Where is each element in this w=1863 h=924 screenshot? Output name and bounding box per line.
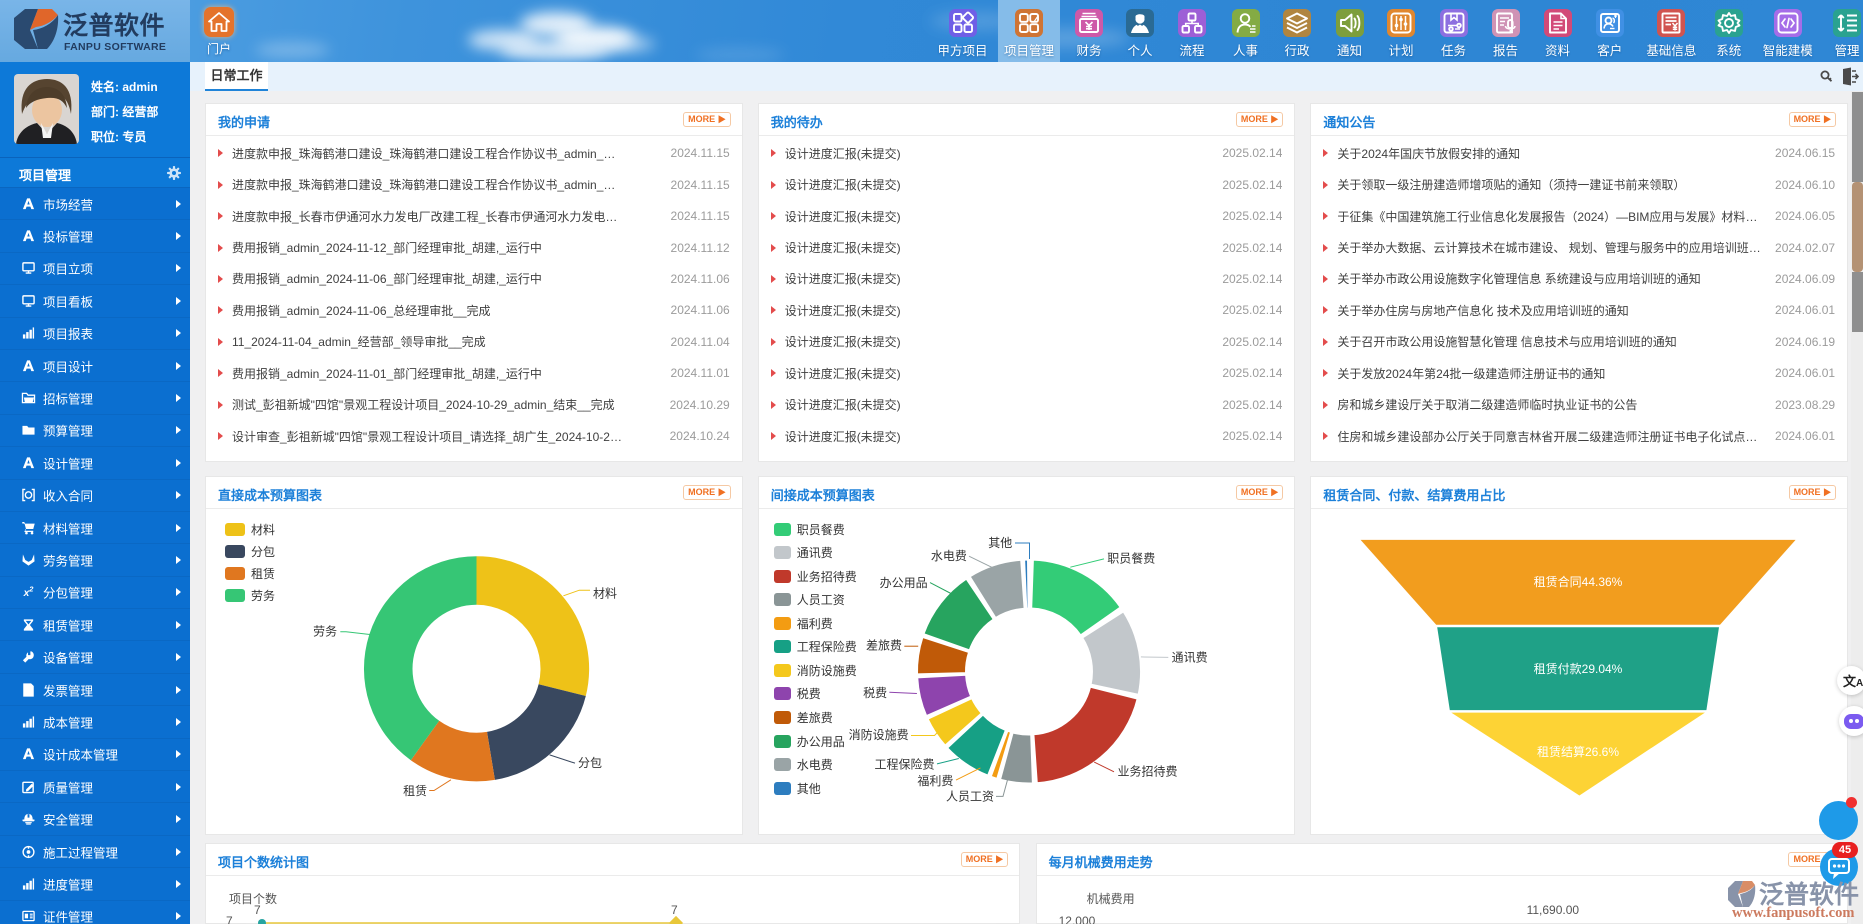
svg-text:办公用品: 办公用品 [879, 575, 927, 590]
svg-text:人员工资: 人员工资 [946, 789, 994, 803]
svg-text:泛普软件: 泛普软件 [63, 11, 165, 40]
svg-text:租赁合同44.36%: 租赁合同44.36% [1534, 574, 1623, 589]
svg-text:FANPU SOFTWARE: FANPU SOFTWARE [64, 41, 166, 53]
svg-text:租赁结算26.6%: 租赁结算26.6% [1537, 744, 1619, 759]
svg-text:分包: 分包 [578, 756, 602, 770]
svg-text:劳务: 劳务 [313, 623, 337, 638]
svg-text:材料: 材料 [593, 586, 617, 600]
svg-text:差旅费: 差旅费 [866, 638, 902, 652]
svg-text:税费: 税费 [863, 685, 887, 699]
svg-text:工程保险费: 工程保险费 [874, 756, 934, 771]
svg-text:福利费: 福利费 [917, 772, 953, 787]
svg-text:水电费: 水电费 [931, 549, 967, 563]
svg-text:其他: 其他 [988, 536, 1012, 550]
svg-text:通讯费: 通讯费 [1171, 650, 1207, 664]
svg-text:职员餐费: 职员餐费 [1107, 550, 1155, 565]
svg-text:业务招待费: 业务招待费 [1117, 763, 1177, 778]
svg-text:消防设施费: 消防设施费 [848, 726, 908, 741]
svg-text:租赁付款29.04%: 租赁付款29.04% [1534, 662, 1623, 676]
svg-text:租赁: 租赁 [403, 783, 427, 797]
